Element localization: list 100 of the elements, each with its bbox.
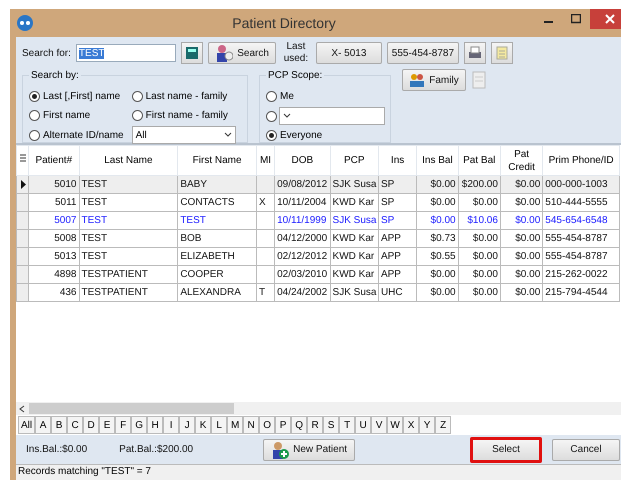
table-cell: 09/08/2012 [274,176,330,194]
table-cell: $0.00 [500,266,543,284]
column-header[interactable]: Pat Credit [500,146,543,176]
table-cell: TESTPATIENT [79,266,178,284]
letter-tab[interactable]: B [51,416,68,434]
table-cell: $0.00 [458,266,500,284]
letter-tab[interactable]: A [35,416,52,434]
filter-dropdown[interactable]: All [132,126,236,144]
radio-button[interactable] [132,91,143,102]
table-cell: 5010 [28,176,79,194]
horizontal-scrollbar[interactable] [16,402,621,415]
letter-tab[interactable]: V [371,416,388,434]
letter-tab[interactable]: M [227,416,244,434]
letter-tab[interactable]: K [195,416,212,434]
table-cell: KWD Kar [330,266,378,284]
letter-tab[interactable]: R [307,416,324,434]
table-cell: 5011 [28,194,79,212]
column-header[interactable]: Ins [378,146,417,176]
table-cell: 000-000-1003 [542,176,620,194]
radio-button[interactable] [29,130,40,140]
family-button[interactable]: Family [402,69,466,91]
table-cell: $0.00 [458,248,500,266]
letter-tab[interactable]: N [243,416,260,434]
search-label: Search for: [22,48,71,58]
letter-tab[interactable]: X [403,416,420,434]
letter-tab[interactable]: I [163,416,180,434]
column-header[interactable]: First Name [178,146,256,176]
printer-button[interactable] [464,42,486,64]
table-cell: 5013 [28,248,79,266]
column-header[interactable]: PCP [330,146,378,176]
letter-tab[interactable]: D [83,416,100,434]
table-cell: $0.00 [500,176,543,194]
column-header[interactable]: Ins Bal [416,146,458,176]
letter-tab[interactable]: C [67,416,84,434]
table-cell: $0.00 [416,266,458,284]
table-cell: 04/12/2000 [274,230,330,248]
radio-button[interactable] [29,91,40,102]
table-cell: ELIZABETH [178,248,256,266]
radio-label: First name - family [146,110,228,121]
letter-tab[interactable]: All [18,416,36,434]
calculator-button[interactable] [180,42,203,64]
letter-tab[interactable]: P [275,416,292,434]
column-header[interactable]: Prim Phone/ID [542,146,620,176]
table-cell: SJK Susa [330,212,378,230]
last-used-button[interactable]: 555-454-8787 [386,42,459,64]
cancel-button[interactable]: Cancel [552,438,620,460]
search-button[interactable]: Search [208,42,276,64]
letter-tab[interactable]: Q [291,416,308,434]
letter-tab[interactable]: E [99,416,116,434]
radio-button[interactable] [132,110,143,121]
radio-button[interactable] [266,91,277,102]
table-cell: 10/11/2004 [274,194,330,212]
table-cell: 545-654-6548 [542,212,620,230]
group-title: PCP Scope: [266,70,324,81]
letter-tab[interactable]: W [387,416,404,434]
radio-button[interactable] [29,110,40,121]
letter-tab[interactable]: G [131,416,148,434]
table-cell: $0.55 [416,248,458,266]
letter-tab[interactable]: S [323,416,340,434]
column-header[interactable]: Last Name [79,146,178,176]
table-cell: $0.00 [500,284,543,302]
last-used-button[interactable]: X- 5013 [316,42,382,64]
letter-tab[interactable]: Y [419,416,436,434]
table-cell: KWD Kar [330,230,378,248]
notepad-icon [496,46,508,60]
column-header[interactable]: Patient# [28,146,79,176]
letter-tab[interactable]: Z [435,416,452,434]
table-cell: CONTACTS [178,194,256,212]
group-title: Search by: [29,70,81,81]
radio-label: Last name - family [146,91,228,102]
letter-tab[interactable]: T [339,416,356,434]
table-cell: $0.00 [416,212,458,230]
select-button[interactable]: Select [470,436,542,462]
letter-tab[interactable]: F [115,416,132,434]
letter-tab[interactable]: H [147,416,164,434]
letter-tab[interactable]: U [355,416,372,434]
radio-label: Everyone [280,130,322,141]
table-cell: 215-262-0022 [542,266,620,284]
column-header[interactable]: Pat Bal [458,146,500,176]
table-cell: 02/03/2010 [274,266,330,284]
last-used-label: Last used: [282,41,310,65]
column-chooser-icon[interactable] [20,154,26,163]
table-cell: 4898 [28,266,79,284]
table-cell: TEST [79,230,178,248]
table-cell: BABY [178,176,256,194]
column-header[interactable]: MI [256,146,275,176]
close-button[interactable] [590,9,621,29]
table-cell: $0.00 [500,248,543,266]
letter-tab[interactable]: O [259,416,276,434]
search-field[interactable]: TEST [76,44,176,62]
letter-tab[interactable]: J [179,416,196,434]
letter-tab[interactable]: L [211,416,228,434]
table-cell: COOPER [178,266,256,284]
column-header[interactable]: DOB [274,146,330,176]
table-cell: $0.00 [500,212,543,230]
radio-button[interactable] [266,130,277,141]
table-cell: SJK Susa [330,176,378,194]
new-patient-button[interactable]: New Patient [263,438,356,460]
document-icon [471,71,487,89]
radio-button[interactable] [266,110,277,122]
